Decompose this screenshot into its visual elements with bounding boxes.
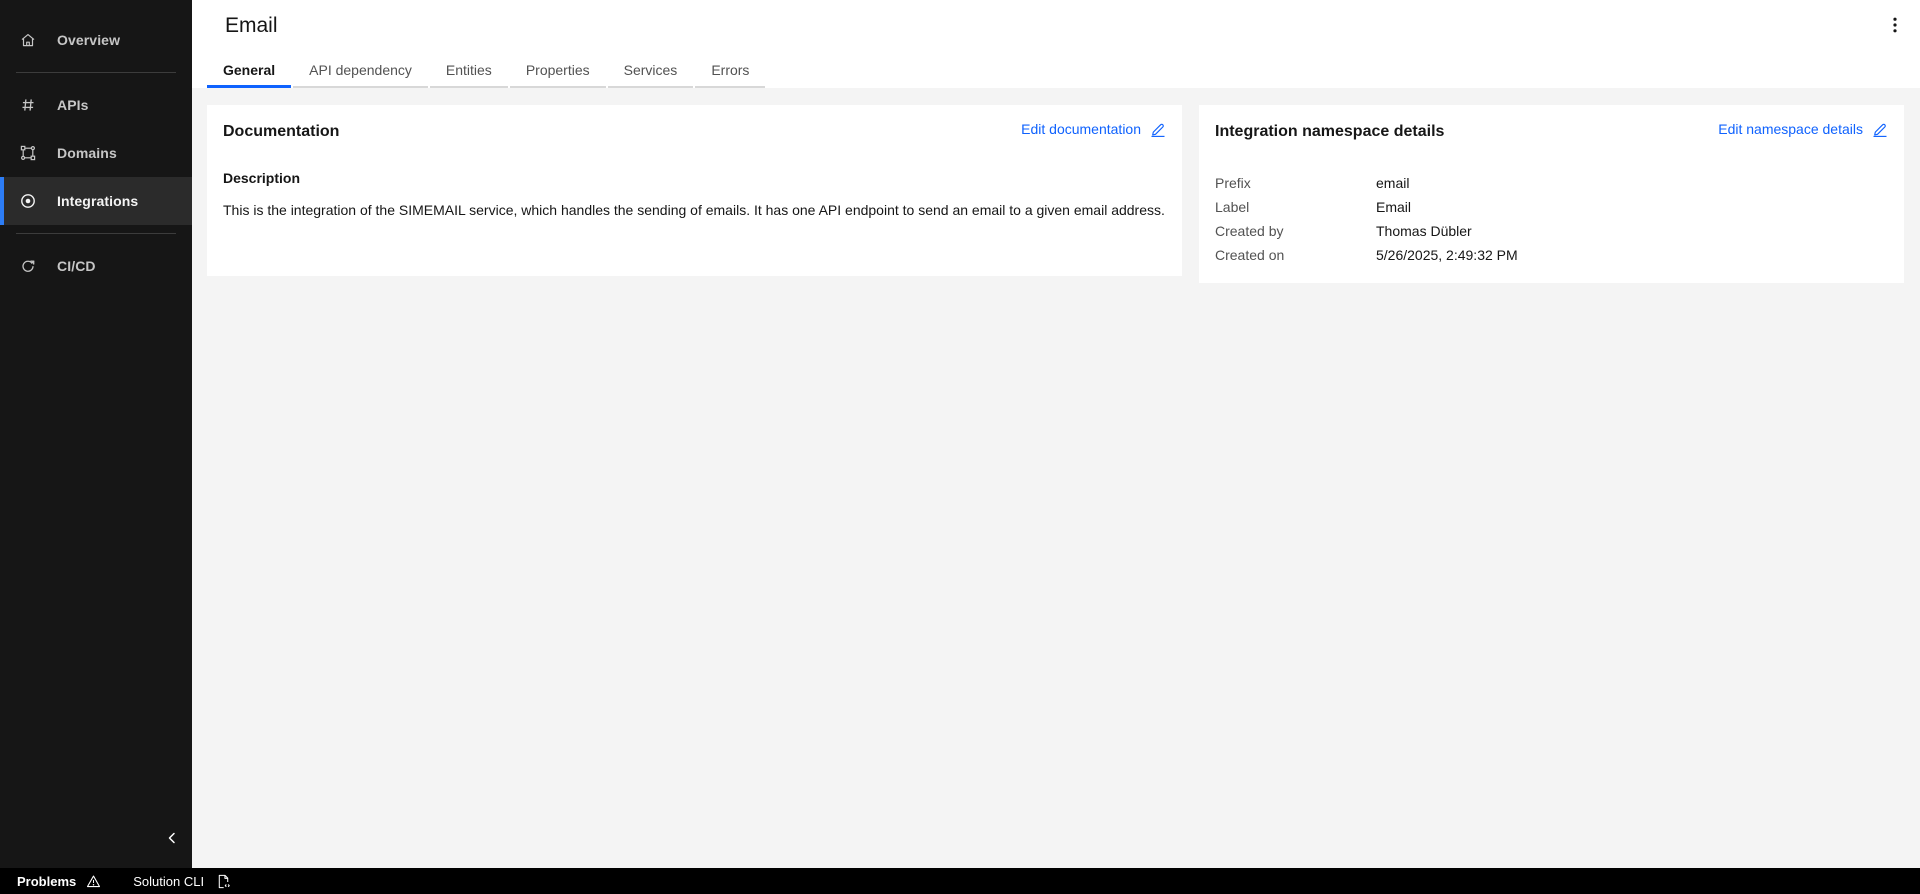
sidebar-collapse-button[interactable] <box>0 814 192 862</box>
field-label: Label <box>1215 199 1250 215</box>
integrations-icon <box>20 193 36 209</box>
edit-documentation-label: Edit documentation <box>1021 121 1141 137</box>
sidebar-item-cicd[interactable]: CI/CD <box>0 242 192 290</box>
documentation-card-title: Documentation <box>223 123 340 140</box>
problems-label: Problems <box>17 873 77 889</box>
sidebar-item-label: Integrations <box>57 193 139 209</box>
solution-cli-label: Solution CLI <box>133 873 205 889</box>
cicd-icon <box>20 258 36 274</box>
field-label: Prefix <box>1215 175 1251 191</box>
documentation-card-header: Documentation Edit documentation <box>223 121 1166 141</box>
sidebar-item-domains[interactable]: Domains <box>0 129 192 177</box>
page-header: Email General API dependency Entities Pr… <box>192 0 1920 88</box>
status-problems[interactable]: Problems <box>17 868 101 894</box>
pencil-icon <box>1150 121 1166 137</box>
sidebar-divider <box>16 72 176 73</box>
field-value: Thomas Dübler <box>1376 223 1472 239</box>
domains-icon <box>20 145 36 161</box>
sidebar: Overview APIs Domains Integrations CI/CD <box>0 0 192 868</box>
kebab-icon <box>1887 16 1903 34</box>
main-content: Email General API dependency Entities Pr… <box>192 0 1920 868</box>
edit-documentation-link[interactable]: Edit documentation <box>1021 121 1166 137</box>
tab-api-dependency[interactable]: API dependency <box>293 51 428 88</box>
field-value: Email <box>1376 199 1412 215</box>
namespace-fields: Prefix email Label Email Created by Thom… <box>1215 171 1888 267</box>
tab-errors[interactable]: Errors <box>695 51 766 88</box>
tab-properties[interactable]: Properties <box>509 51 606 88</box>
content-area: Documentation Edit documentation Descrip… <box>192 88 1920 283</box>
sidebar-item-overview[interactable]: Overview <box>0 16 192 64</box>
overflow-menu-button[interactable] <box>1881 11 1909 39</box>
tab-general[interactable]: General <box>207 51 292 88</box>
app-window: Overview APIs Domains Integrations CI/CD… <box>0 0 1920 894</box>
field-label: Created on <box>1215 247 1285 263</box>
field-label: Created by <box>1215 223 1284 239</box>
chevron-left-icon <box>164 830 180 846</box>
sidebar-item-apis[interactable]: APIs <box>0 81 192 129</box>
page-title: Email <box>225 14 278 37</box>
field-value: email <box>1376 175 1410 191</box>
sidebar-item-label: CI/CD <box>57 258 96 274</box>
field-row-prefix: Prefix email <box>1215 171 1888 195</box>
tab-bar: General API dependency Entities Properti… <box>207 51 767 88</box>
namespace-details-card: Integration namespace details Edit names… <box>1199 105 1904 283</box>
namespace-card-header: Integration namespace details Edit names… <box>1215 121 1888 141</box>
pencil-icon <box>1872 121 1888 137</box>
warning-icon <box>86 874 101 889</box>
field-row-label: Label Email <box>1215 195 1888 219</box>
field-value: 5/26/2025, 2:49:32 PM <box>1376 247 1518 263</box>
documentation-card: Documentation Edit documentation Descrip… <box>207 105 1182 276</box>
sidebar-item-label: Overview <box>57 32 121 48</box>
sidebar-nav: Overview APIs Domains Integrations CI/CD <box>0 0 192 814</box>
description-text: This is the integration of the SIMEMAIL … <box>223 202 1165 218</box>
sidebar-item-label: APIs <box>57 97 89 113</box>
sidebar-item-integrations[interactable]: Integrations <box>0 177 192 225</box>
status-solution-cli[interactable]: Solution CLI <box>133 868 231 894</box>
tab-services[interactable]: Services <box>607 51 694 88</box>
description-section-title: Description <box>223 170 301 186</box>
hash-icon <box>20 97 36 113</box>
edit-namespace-details-label: Edit namespace details <box>1718 121 1863 137</box>
sidebar-divider <box>16 233 176 234</box>
main-row: Overview APIs Domains Integrations CI/CD… <box>0 0 1920 868</box>
field-row-created-on: Created on 5/26/2025, 2:49:32 PM <box>1215 243 1888 267</box>
tab-entities[interactable]: Entities <box>429 51 508 88</box>
sidebar-item-label: Domains <box>57 145 117 161</box>
edit-namespace-details-link[interactable]: Edit namespace details <box>1718 121 1888 137</box>
status-bar: Problems Solution CLI <box>0 868 1920 894</box>
home-icon <box>20 32 36 48</box>
field-row-created-by: Created by Thomas Dübler <box>1215 219 1888 243</box>
namespace-card-title: Integration namespace details <box>1215 123 1445 140</box>
script-file-icon <box>216 874 231 889</box>
